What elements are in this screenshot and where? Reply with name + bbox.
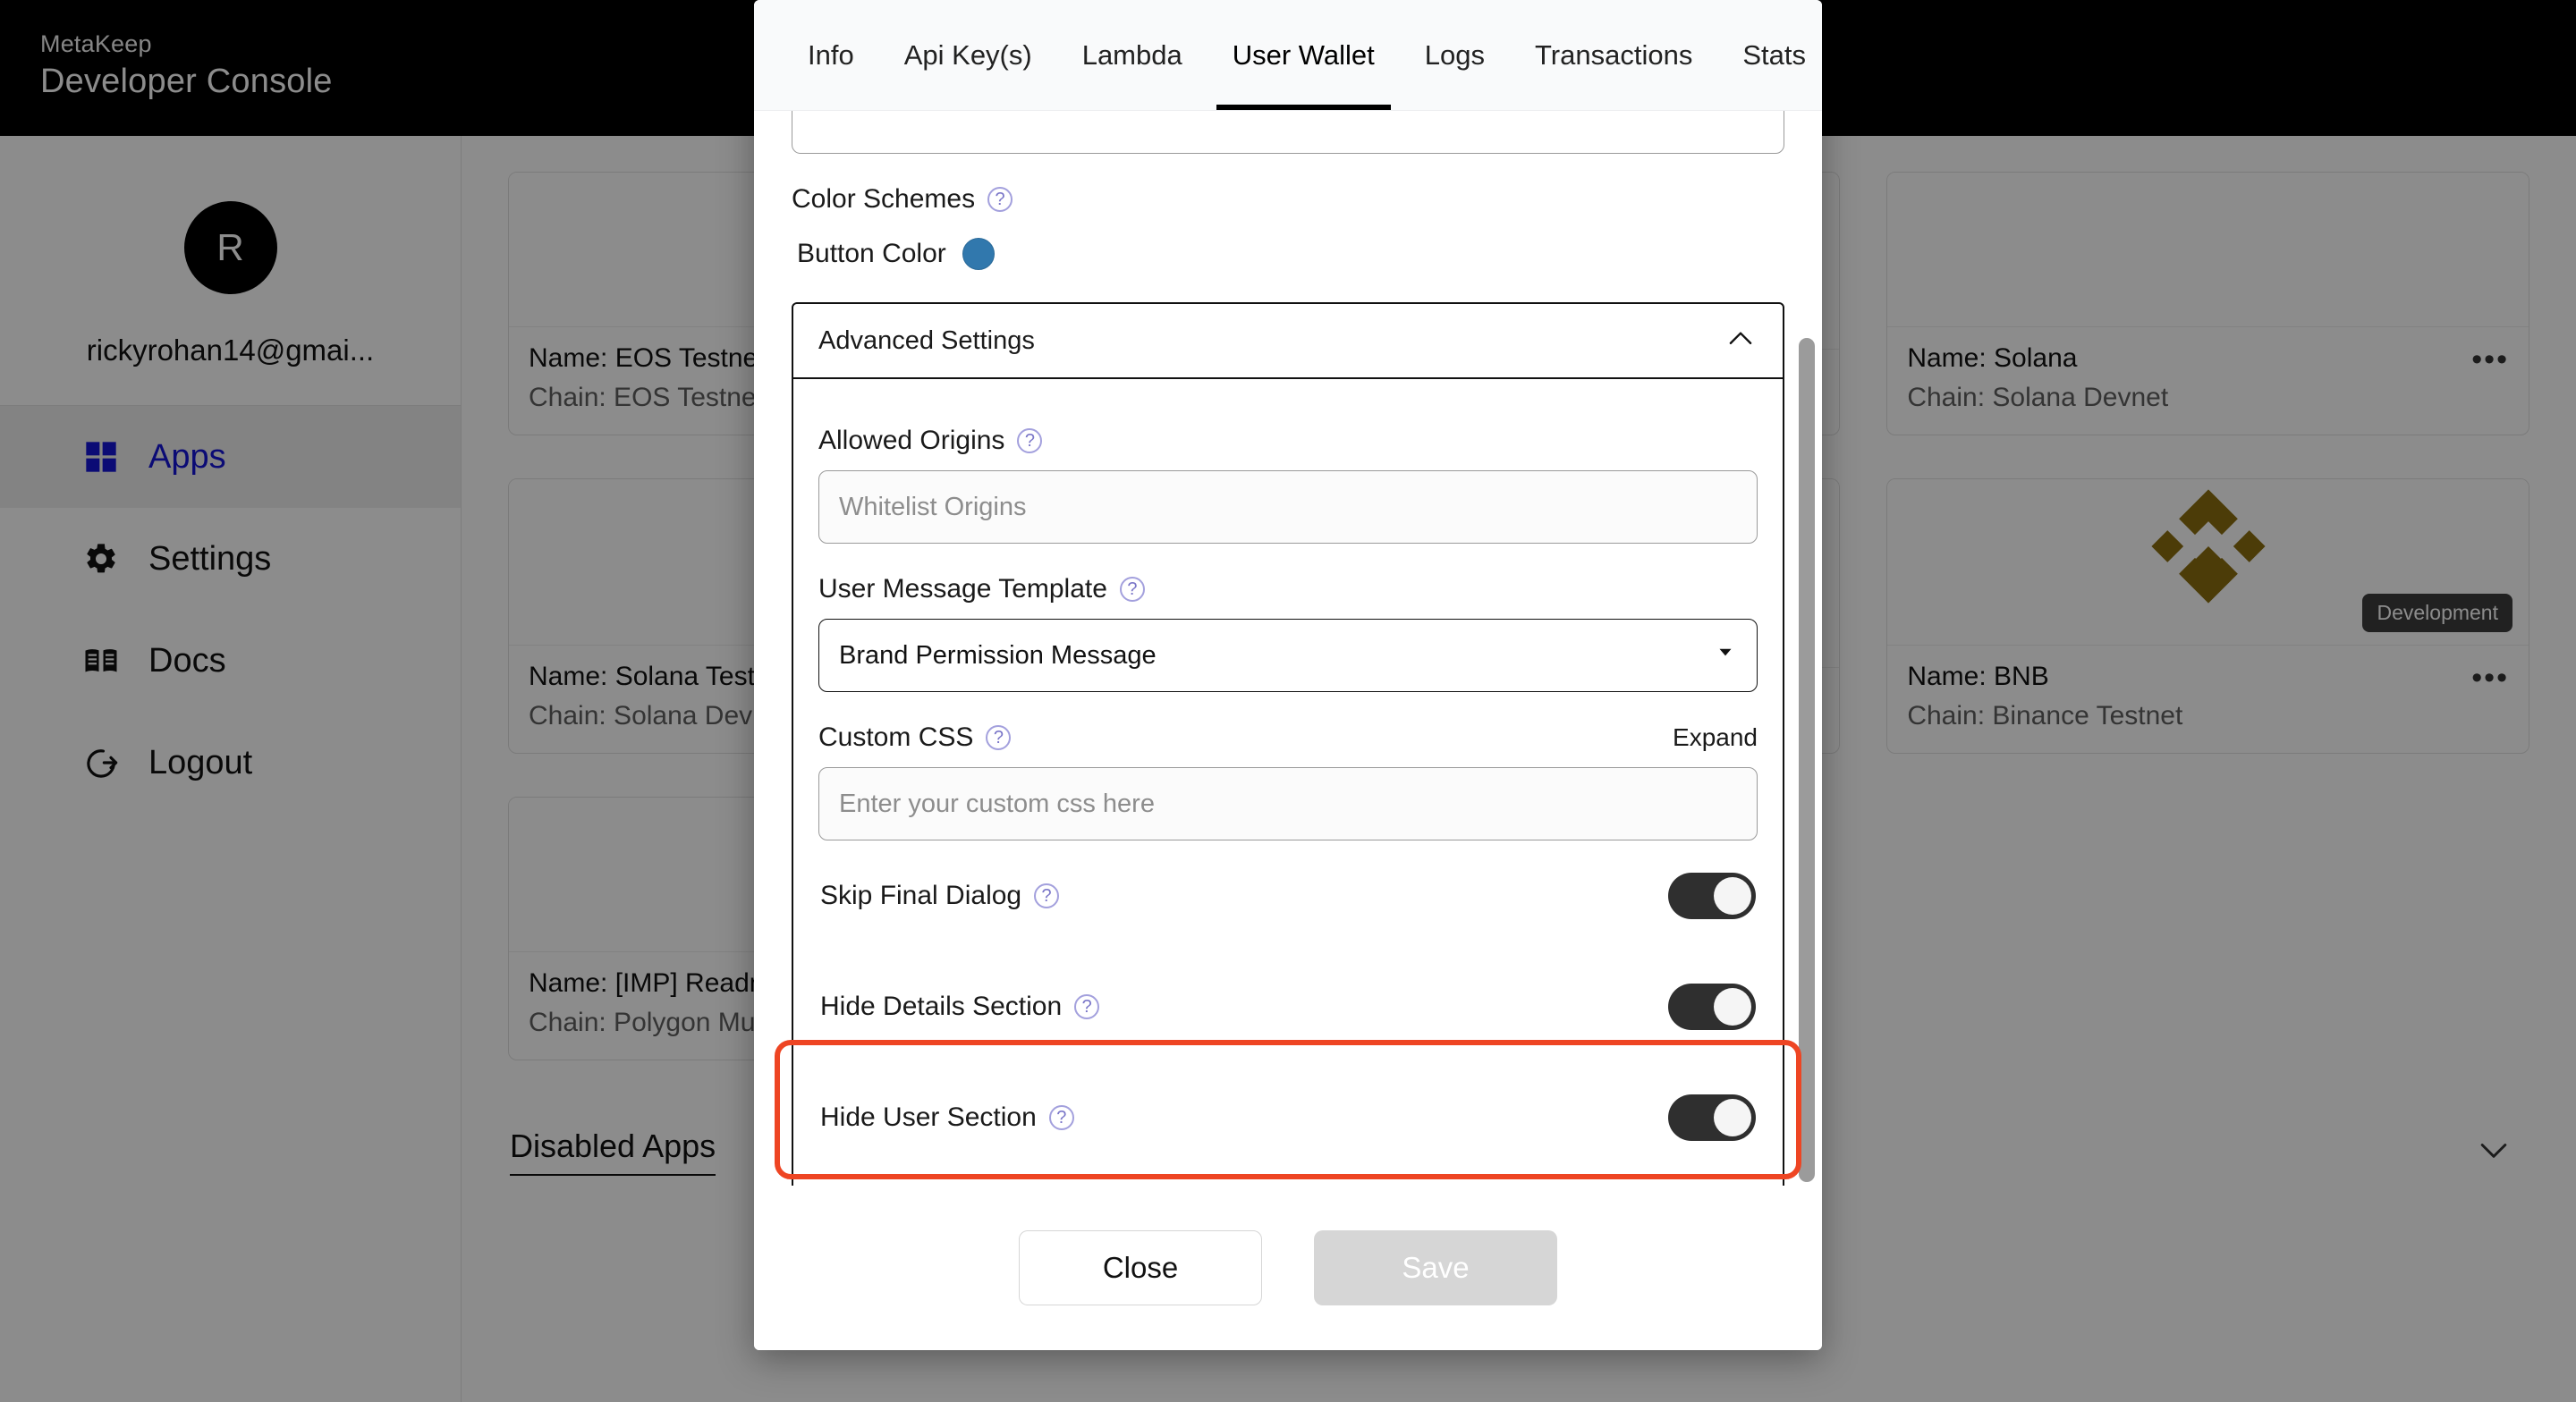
chevron-down-icon <box>1714 640 1737 671</box>
skip-final-dialog-row: Skip Final Dialog ? <box>818 840 1758 951</box>
user-message-template-value: Brand Permission Message <box>839 640 1157 670</box>
hide-user-section-toggle[interactable] <box>1668 1094 1756 1141</box>
tab-info[interactable]: Info <box>783 0 879 110</box>
hide-user-section-row: Hide User Section ? <box>818 1062 1758 1173</box>
app-settings-modal: Info Api Key(s) Lambda User Wallet Logs … <box>754 0 1822 1350</box>
tab-stats-label: Stats <box>1742 38 1806 71</box>
skip-final-dialog-label: Skip Final Dialog <box>820 881 1022 910</box>
button-color-swatch[interactable] <box>962 238 995 270</box>
tab-api-keys-label: Api Key(s) <box>903 38 1032 71</box>
modal-scrollbar[interactable] <box>1799 338 1815 1182</box>
skip-final-dialog-label-group: Skip Final Dialog ? <box>820 881 1060 911</box>
advanced-settings-body: Allowed Origins ? User Message Template … <box>793 379 1783 1186</box>
tab-user-wallet[interactable]: User Wallet <box>1208 0 1400 110</box>
allowed-origins-label-row: Allowed Origins ? <box>818 426 1758 456</box>
chevron-up-icon[interactable] <box>1724 322 1758 360</box>
user-message-template-label-row: User Message Template ? <box>818 574 1758 604</box>
button-color-label: Button Color <box>797 239 946 268</box>
advanced-settings-header[interactable]: Advanced Settings <box>793 304 1783 379</box>
partially-visible-field[interactable] <box>792 111 1784 154</box>
modal-tab-bar: Info Api Key(s) Lambda User Wallet Logs … <box>754 0 1822 111</box>
help-icon[interactable]: ? <box>1034 883 1060 908</box>
tab-transactions[interactable]: Transactions <box>1510 0 1717 110</box>
toggle-knob <box>1714 1099 1751 1136</box>
tab-transactions-label: Transactions <box>1535 38 1693 71</box>
color-schemes-label: Color Schemes <box>792 184 976 214</box>
save-button: Save <box>1314 1230 1557 1305</box>
help-icon[interactable]: ? <box>1074 994 1100 1019</box>
help-icon[interactable]: ? <box>986 725 1012 750</box>
custom-css-label: Custom CSS <box>818 722 974 752</box>
help-icon[interactable]: ? <box>1048 1105 1074 1130</box>
toggle-knob <box>1714 988 1751 1026</box>
user-message-template-label: User Message Template <box>818 574 1107 604</box>
hide-details-section-toggle[interactable] <box>1668 984 1756 1030</box>
toggle-knob <box>1714 877 1751 915</box>
hide-user-section-label: Hide User Section <box>820 1102 1037 1132</box>
tab-lambda-label: Lambda <box>1081 38 1182 71</box>
tab-user-wallet-label: User Wallet <box>1232 38 1375 71</box>
allowed-origins-input[interactable] <box>818 470 1758 544</box>
help-icon[interactable]: ? <box>987 187 1013 212</box>
modal-body: Color Schemes ? Button Color Advanced Se… <box>754 111 1822 1186</box>
custom-css-input[interactable] <box>818 767 1758 840</box>
modal-footer: Close Save <box>754 1186 1822 1350</box>
custom-css-label-row: Custom CSS ? Expand <box>818 722 1758 753</box>
tab-logs[interactable]: Logs <box>1400 0 1510 110</box>
help-icon[interactable]: ? <box>1017 428 1043 453</box>
hide-details-section-label: Hide Details Section <box>820 992 1063 1021</box>
close-button[interactable]: Close <box>1019 1230 1262 1305</box>
tab-info-label: Info <box>808 38 854 71</box>
hide-details-section-row: Hide Details Section ? <box>818 951 1758 1062</box>
allowed-origins-label: Allowed Origins <box>818 426 1005 455</box>
modal-scroll-region: Color Schemes ? Button Color Advanced Se… <box>754 111 1822 1186</box>
hide-user-section-label-group: Hide User Section ? <box>820 1102 1074 1133</box>
custom-css-label-group: Custom CSS ? <box>818 722 1012 753</box>
custom-css-expand-link[interactable]: Expand <box>1673 723 1758 752</box>
skip-final-dialog-toggle[interactable] <box>1668 873 1756 919</box>
user-message-template-select[interactable]: Brand Permission Message <box>818 619 1758 692</box>
tab-lambda[interactable]: Lambda <box>1057 0 1208 110</box>
hide-details-section-label-group: Hide Details Section ? <box>820 992 1100 1022</box>
button-color-row: Button Color <box>792 238 1784 270</box>
help-icon[interactable]: ? <box>1119 577 1145 602</box>
tab-stats[interactable]: Stats <box>1717 0 1822 110</box>
advanced-settings-title: Advanced Settings <box>818 325 1035 355</box>
color-schemes-label-row: Color Schemes ? <box>792 184 1784 215</box>
advanced-settings-accordion: Advanced Settings Allowed Origins ? Whit… <box>792 302 1784 1186</box>
tab-logs-label: Logs <box>1424 38 1486 71</box>
tab-api-keys[interactable]: Api Key(s) <box>879 0 1057 110</box>
